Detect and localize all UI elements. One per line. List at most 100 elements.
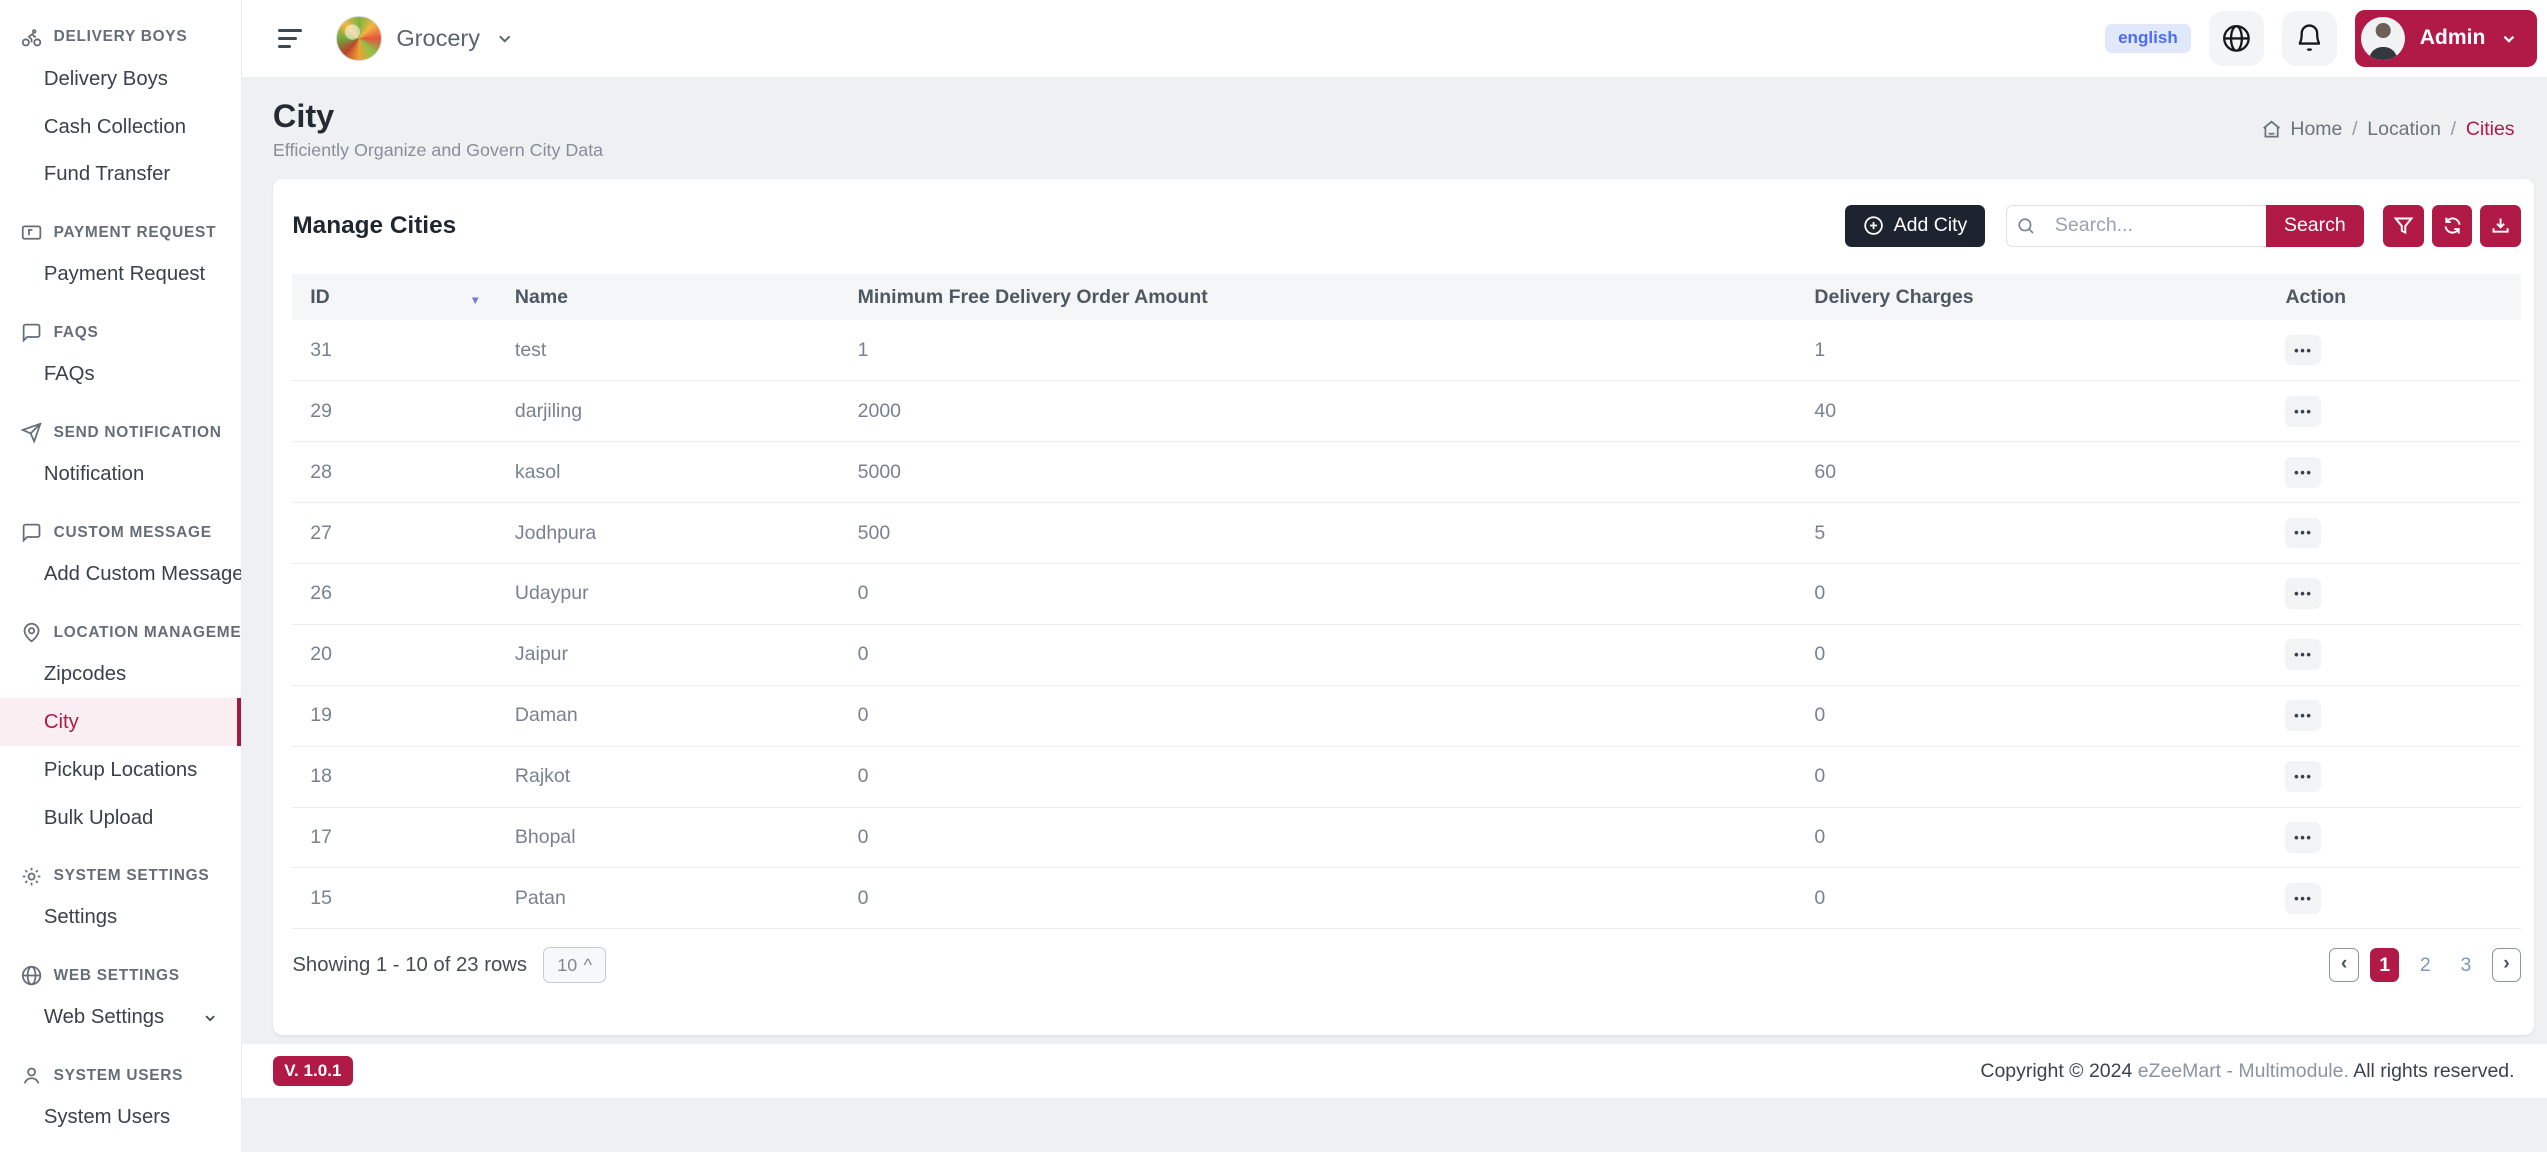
- download-button[interactable]: [2480, 205, 2521, 247]
- table-row: 28kasol500060 •••: [292, 442, 2521, 503]
- copyright-text: Copyright © 2024 eZeeMart - Multimodule.…: [1980, 1060, 2514, 1083]
- users-icon: [21, 1065, 42, 1086]
- sidebar-section-web-settings: WEB SETTINGS: [0, 958, 241, 994]
- topbar-right: english Admin: [2105, 10, 2537, 67]
- pagination-page-1[interactable]: 1: [2370, 948, 2399, 982]
- sidebar-section-payment-request: PAYMENT REQUEST: [0, 215, 241, 251]
- sidebar-item-settings[interactable]: Settings: [0, 894, 241, 942]
- sidebar-item-fund-transfer[interactable]: Fund Transfer: [0, 151, 241, 199]
- notifications-button[interactable]: [2282, 11, 2337, 66]
- pagination-controls: ‹ 1 2 3 ›: [2329, 948, 2521, 982]
- page-title: City: [273, 99, 603, 135]
- language-globe-button[interactable]: [2209, 11, 2264, 66]
- table-row: 20Jaipur00 •••: [292, 624, 2521, 685]
- sidebar-section-location-management: LOCATION MANAGEMENT: [0, 615, 241, 651]
- brand-name: Grocery: [396, 25, 480, 52]
- sidebar-item-delivery-boys[interactable]: Delivery Boys: [0, 55, 241, 103]
- chevron-down-icon: [2500, 30, 2518, 48]
- pin-icon: [21, 622, 42, 643]
- sidebar-item-web-settings[interactable]: Web Settings: [0, 994, 241, 1042]
- search-icon: [2016, 216, 2035, 235]
- row-actions-button[interactable]: •••: [2285, 639, 2321, 670]
- table-row: 17Bhopal00 •••: [292, 807, 2521, 868]
- hamburger-menu-icon[interactable]: [278, 24, 307, 53]
- bell-icon: [2294, 23, 2325, 54]
- column-header-id[interactable]: ID▼: [292, 274, 497, 319]
- pagination-page-3[interactable]: 3: [2451, 948, 2480, 982]
- row-actions-button[interactable]: •••: [2285, 761, 2321, 792]
- sidebar-item-bulk-upload[interactable]: Bulk Upload: [0, 794, 241, 842]
- sidebar-item-manage-system-users[interactable]: Manage System Users: [0, 1142, 241, 1152]
- search-input[interactable]: [2045, 205, 2266, 247]
- search-icon-box: [2006, 205, 2045, 247]
- breadcrumb: Home / Location / Cities: [2261, 118, 2514, 141]
- pagination-row: Showing 1 - 10 of 23 rows 10 ^ ‹ 1 2 3 ›: [292, 947, 2521, 983]
- admin-menu-button[interactable]: Admin: [2355, 10, 2538, 67]
- brand-link[interactable]: eZeeMart - Multimodule.: [2138, 1060, 2349, 1082]
- breadcrumb-separator: /: [2451, 118, 2456, 141]
- pagination-page-2[interactable]: 2: [2411, 948, 2440, 982]
- row-actions-button[interactable]: •••: [2285, 578, 2321, 609]
- column-header-name[interactable]: Name: [497, 274, 840, 319]
- column-header-min-free[interactable]: Minimum Free Delivery Order Amount: [840, 274, 1797, 319]
- search-button[interactable]: Search: [2266, 205, 2363, 247]
- filter-funnel-icon: [2393, 215, 2414, 236]
- row-actions-button[interactable]: •••: [2285, 883, 2321, 914]
- add-city-button[interactable]: Add City: [1845, 205, 1985, 247]
- row-actions-button[interactable]: •••: [2285, 457, 2321, 488]
- pagination-next-button[interactable]: ›: [2492, 948, 2521, 982]
- card-head: Manage Cities Add City Search: [273, 179, 2534, 275]
- page-subtitle: Efficiently Organize and Govern City Dat…: [273, 140, 603, 161]
- row-actions-button[interactable]: •••: [2285, 335, 2321, 366]
- table-row: 26Udaypur00 •••: [292, 563, 2521, 624]
- row-actions-button[interactable]: •••: [2285, 700, 2321, 731]
- column-header-action: Action: [2268, 274, 2521, 319]
- row-actions-button[interactable]: •••: [2285, 396, 2321, 427]
- sidebar-item-payment-request[interactable]: Payment Request: [0, 251, 241, 299]
- column-header-delivery-charges[interactable]: Delivery Charges: [1797, 274, 2268, 319]
- sidebar-section-system-settings: SYSTEM SETTINGS: [0, 858, 241, 894]
- sidebar-item-cash-collection[interactable]: Cash Collection: [0, 103, 241, 151]
- breadcrumb-current: Cities: [2466, 118, 2515, 141]
- footer: V. 1.0.1 Copyright © 2024 eZeeMart - Mul…: [242, 1044, 2547, 1098]
- chevron-down-icon: [202, 1010, 218, 1026]
- sidebar-item-pickup-locations[interactable]: Pickup Locations: [0, 746, 241, 794]
- sidebar-item-faqs[interactable]: FAQs: [0, 351, 241, 399]
- refresh-icon: [2442, 215, 2463, 236]
- sidebar-item-system-users[interactable]: System Users: [0, 1094, 241, 1142]
- breadcrumb-home[interactable]: Home: [2261, 118, 2342, 141]
- sidebar-section-system-users: SYSTEM USERS: [0, 1058, 241, 1094]
- card-title: Manage Cities: [292, 212, 456, 240]
- filter-button[interactable]: [2383, 205, 2424, 247]
- pagination-summary: Showing 1 - 10 of 23 rows: [292, 954, 527, 977]
- sidebar-item-zipcodes[interactable]: Zipcodes: [0, 650, 241, 698]
- send-icon: [21, 422, 42, 443]
- plus-circle-icon: [1863, 215, 1884, 236]
- version-badge: V. 1.0.1: [273, 1056, 353, 1086]
- admin-avatar: [2361, 17, 2405, 61]
- brand-selector[interactable]: Grocery: [336, 16, 514, 61]
- breadcrumb-location[interactable]: Location: [2367, 118, 2441, 141]
- globe-icon: [2221, 23, 2252, 54]
- app-root: DELIVERY BOYS Delivery Boys Cash Collect…: [0, 0, 2547, 1152]
- refresh-button[interactable]: [2432, 205, 2473, 247]
- sidebar-item-add-custom-message[interactable]: Add Custom Message: [0, 551, 241, 599]
- bike-icon: [21, 27, 42, 48]
- message-icon: [21, 522, 42, 543]
- caret-up-icon: ^: [584, 955, 592, 976]
- sidebar-item-notification[interactable]: Notification: [0, 451, 241, 499]
- row-actions-button[interactable]: •••: [2285, 518, 2321, 549]
- sidebar-item-city[interactable]: City: [0, 698, 241, 746]
- language-badge: english: [2105, 24, 2191, 54]
- sort-desc-icon[interactable]: ▼: [470, 295, 481, 307]
- pagination-prev-button[interactable]: ‹: [2329, 948, 2358, 982]
- download-icon: [2490, 215, 2511, 236]
- row-actions-button[interactable]: •••: [2285, 822, 2321, 853]
- page-size-dropdown[interactable]: 10 ^: [543, 947, 606, 983]
- table-row: 27Jodhpura5005 •••: [292, 503, 2521, 564]
- table-row: 19Daman00 •••: [292, 685, 2521, 746]
- sidebar-section-send-notification: SEND NOTIFICATION: [0, 415, 241, 451]
- breadcrumb-separator: /: [2352, 118, 2357, 141]
- table-row: 15Patan00 •••: [292, 868, 2521, 929]
- globe-icon: [21, 965, 42, 986]
